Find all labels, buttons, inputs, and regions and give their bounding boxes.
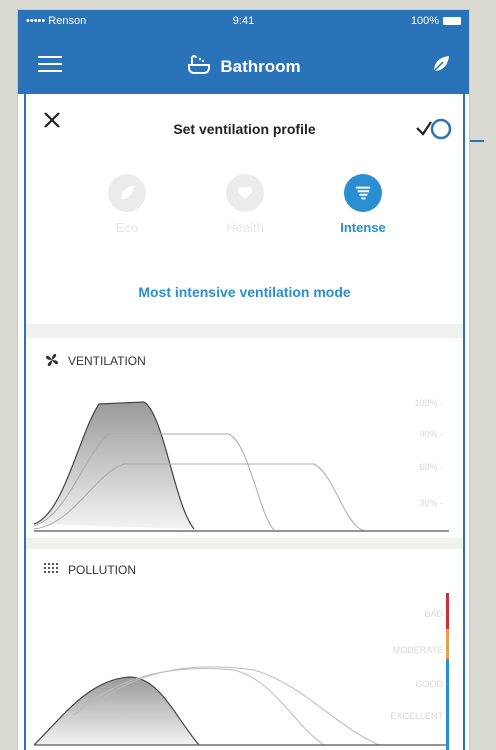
level-label: EXCELLENT: [390, 711, 443, 721]
ventilation-title: VENTILATION: [68, 354, 146, 368]
profile-label: Health: [226, 220, 264, 235]
leaf-icon: [108, 174, 146, 212]
battery-percent: 100%: [410, 15, 439, 27]
checkmark-icon[interactable]: [415, 116, 455, 142]
nav-title: Bathroom: [18, 54, 469, 77]
ventilation-header: VENTILATION: [44, 352, 146, 368]
section-divider: [26, 324, 463, 338]
level-label: GOOD: [415, 679, 443, 689]
clock: 9:41: [232, 15, 255, 27]
status-bar: ••••• Renson 9:41 100%: [18, 10, 469, 32]
level-label: 90% -: [419, 429, 443, 439]
battery-icon: [443, 17, 461, 25]
leaf-icon[interactable]: [431, 54, 451, 74]
level-label: BAD: [424, 609, 443, 619]
profile-sheet: Set ventilation profile Eco Health Inten…: [24, 94, 465, 750]
level-label: MODERATE: [392, 645, 443, 655]
pollution-chart: [34, 666, 449, 746]
tornado-icon: [344, 174, 382, 212]
bathtub-icon: [188, 55, 211, 74]
dots-grid-icon: [44, 563, 58, 573]
ventilation-chart: [34, 401, 449, 532]
level-label: 60% -: [419, 462, 443, 472]
profile-label: Intense: [340, 220, 386, 235]
profile-health[interactable]: Health: [200, 174, 290, 235]
moderate-indicator: [446, 629, 449, 659]
good-indicator: [446, 659, 449, 750]
bad-indicator: [446, 593, 449, 629]
pollution-header: POLLUTION: [44, 563, 136, 577]
level-label: 30% -: [419, 498, 443, 508]
section-divider: [26, 538, 463, 549]
profile-selector: Eco Health Intense: [26, 174, 463, 254]
profile-intense[interactable]: Intense: [318, 174, 408, 235]
sheet-title: Set ventilation profile: [173, 121, 316, 137]
room-title: Bathroom: [220, 57, 301, 76]
fan-icon: [46, 354, 58, 366]
pollution-panel: POLLUTION BAD MODERATE GOOD EXCELLENT: [34, 549, 449, 750]
profile-label: Eco: [115, 220, 139, 235]
level-label: 100% -: [414, 398, 443, 408]
connector-line: [468, 140, 484, 142]
nav-bar: Bathroom: [18, 32, 469, 94]
phone-screen: ••••• Renson 9:41 100% Bathroom Set vent…: [18, 10, 469, 750]
profile-description: Most intensive ventilation mode: [138, 284, 351, 300]
profile-eco[interactable]: Eco: [82, 174, 172, 235]
ventilation-panel: VENTILATION 100% - 90% - 60% - 30% -: [34, 338, 449, 538]
heart-icon: [226, 174, 264, 212]
pollution-title: POLLUTION: [68, 563, 137, 577]
